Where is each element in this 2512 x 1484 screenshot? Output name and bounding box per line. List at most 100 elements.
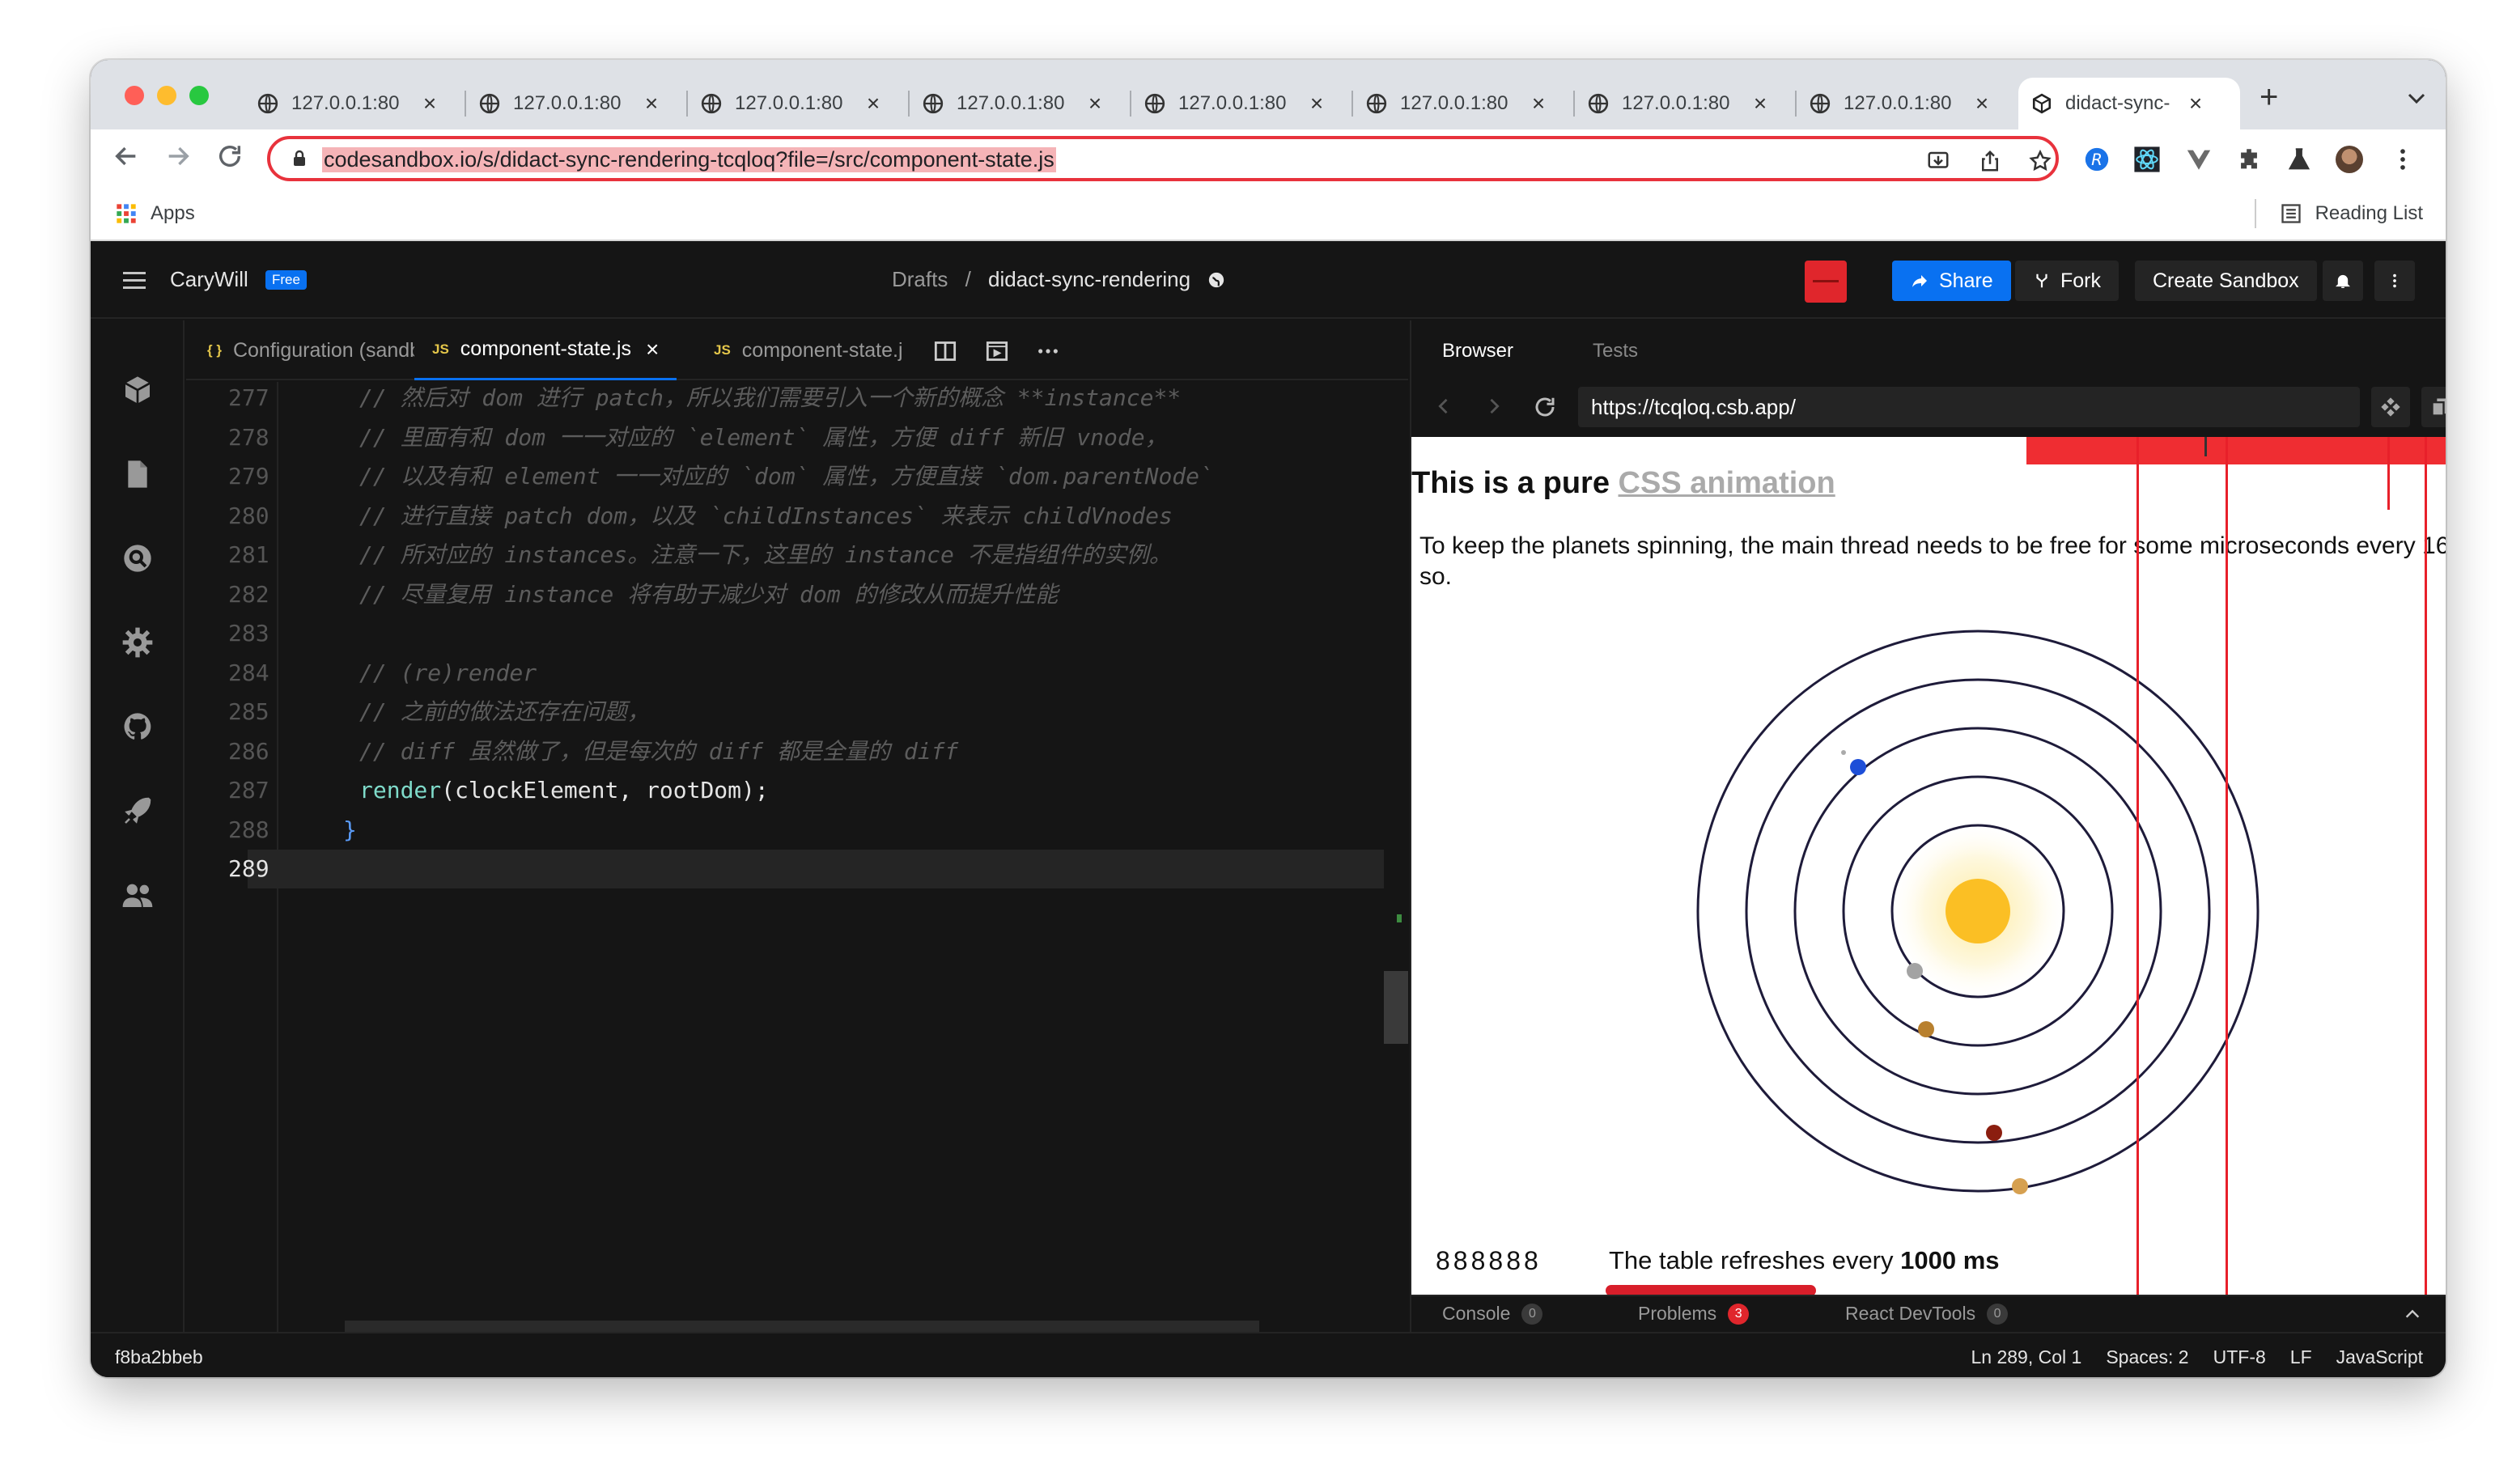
encoding[interactable]: UTF-8 xyxy=(2213,1346,2266,1368)
react-devtools-icon[interactable] xyxy=(2133,146,2161,173)
code-line[interactable]: 279 // 以及有和 element 一一对应的 `dom` 属性，方便直接 `… xyxy=(186,457,1408,496)
notifications-button[interactable] xyxy=(2323,261,2363,301)
tab-component-state-active[interactable]: JS component-state.js × xyxy=(414,320,677,380)
fork-button[interactable]: Fork xyxy=(2015,261,2119,301)
close-tab-icon[interactable]: × xyxy=(646,337,659,363)
browser-tab[interactable]: 127.0.0.1:80 × xyxy=(910,78,1131,129)
browser-tab[interactable]: 127.0.0.1:80 × xyxy=(1131,78,1353,129)
settings-gear-icon[interactable] xyxy=(121,626,154,659)
more-vertical-icon[interactable] xyxy=(2389,146,2417,173)
file-explorer-icon[interactable] xyxy=(121,458,154,490)
search-icon[interactable] xyxy=(121,542,154,575)
close-tab-icon[interactable]: × xyxy=(861,91,885,117)
address-url[interactable]: codesandbox.io/s/didact-sync-rendering-t… xyxy=(322,147,1056,172)
browser-tab[interactable]: 127.0.0.1:80 × xyxy=(466,78,688,129)
tab-tests[interactable]: Tests xyxy=(1593,340,1638,363)
menu-icon[interactable] xyxy=(123,272,146,290)
browser-tab-active[interactable]: didact-sync- × xyxy=(2018,78,2240,129)
minimize-window-button[interactable] xyxy=(157,86,176,105)
open-preview-icon[interactable] xyxy=(986,340,1008,363)
indentation[interactable]: Spaces: 2 xyxy=(2106,1346,2188,1368)
preview-url-input[interactable]: https://tcqloq.csb.app/ xyxy=(1578,387,2360,427)
tab-browser[interactable]: Browser xyxy=(1442,340,1513,363)
split-editor-icon[interactable] xyxy=(934,340,957,363)
cursor-position[interactable]: Ln 289, Col 1 xyxy=(1971,1346,2081,1368)
browser-tab[interactable]: 127.0.0.1:80 × xyxy=(1353,78,1575,129)
browser-tab[interactable]: 127.0.0.1:80 × xyxy=(1797,78,2018,129)
vue-devtools-icon[interactable] xyxy=(2185,146,2213,173)
code-line[interactable]: 284 // (re)render xyxy=(186,654,1408,693)
close-tab-icon[interactable]: × xyxy=(1748,91,1772,117)
reading-list-button[interactable]: Reading List xyxy=(2280,202,2423,225)
browser-tab[interactable]: 127.0.0.1:80 × xyxy=(244,78,466,129)
github-icon[interactable] xyxy=(121,710,154,743)
more-options-button[interactable] xyxy=(2374,261,2415,301)
more-horizontal-icon[interactable] xyxy=(1036,340,1060,363)
code-line[interactable]: 282 // 尽量复用 instance 将有助于减少对 dom 的修改从而提升性… xyxy=(186,575,1408,614)
react-devtools-tab[interactable]: React DevTools 0 xyxy=(1845,1303,2009,1325)
share-page-icon[interactable] xyxy=(1978,149,2002,173)
code-line[interactable]: 288} xyxy=(186,811,1408,850)
back-button[interactable] xyxy=(110,142,142,175)
close-tab-icon[interactable]: × xyxy=(1526,91,1551,117)
maximize-window-button[interactable] xyxy=(189,86,209,105)
language-mode[interactable]: JavaScript xyxy=(2336,1346,2423,1368)
code-line[interactable]: 286 // diff 虽然做了，但是每次的 diff 都是全量的 diff xyxy=(186,732,1408,771)
horizontal-scrollbar[interactable] xyxy=(345,1321,1259,1332)
tab-search-icon[interactable] xyxy=(2407,92,2426,105)
install-app-icon[interactable] xyxy=(1926,149,1950,173)
preview-devtools-button[interactable] xyxy=(2371,387,2410,427)
code-editor[interactable]: 277 // 然后对 dom 进行 patch，所以我们需要引入一个新的概念 **… xyxy=(186,382,1408,1332)
line-ending[interactable]: LF xyxy=(2290,1346,2312,1368)
close-tab-icon[interactable]: × xyxy=(1970,91,1994,117)
sandbox-name[interactable]: didact-sync-rendering xyxy=(988,267,1190,291)
code-line[interactable]: 289 xyxy=(228,850,1408,888)
editor-scrollbar-track[interactable] xyxy=(1384,382,1408,1332)
preview-back-icon[interactable] xyxy=(1432,395,1455,418)
close-tab-icon[interactable]: × xyxy=(639,91,664,117)
code-line[interactable]: 287 render(clockElement, rootDom); xyxy=(186,771,1408,810)
share-button[interactable]: Share xyxy=(1892,261,2011,301)
code-line[interactable]: 280 // 进行直接 patch dom，以及 `childInstances`… xyxy=(186,497,1408,536)
editor-scrollbar-thumb[interactable] xyxy=(1384,971,1408,1044)
code-line[interactable]: 278 // 里面有和 dom 一一对应的 `element` 属性，方便 dif… xyxy=(186,418,1408,457)
code-line[interactable]: 277 // 然后对 dom 进行 patch，所以我们需要引入一个新的概念 **… xyxy=(186,382,1408,418)
css-animation-link[interactable]: CSS animation xyxy=(1619,466,1835,500)
problems-tab[interactable]: Problems 3 xyxy=(1638,1303,1750,1325)
console-tab[interactable]: Console 0 xyxy=(1442,1303,1543,1325)
refresh-slider[interactable] xyxy=(1606,1285,1816,1295)
close-tab-icon[interactable]: × xyxy=(418,91,442,117)
browser-tab[interactable]: 127.0.0.1:80 × xyxy=(1575,78,1797,129)
browser-tab[interactable]: 127.0.0.1:80 × xyxy=(688,78,910,129)
close-window-button[interactable] xyxy=(125,86,144,105)
chevron-up-icon[interactable] xyxy=(2404,1308,2421,1321)
preview-frame[interactable]: This is a pure CSS animation To keep the… xyxy=(1411,437,2446,1295)
deploy-rocket-icon[interactable] xyxy=(121,795,154,827)
tab-component-state-2[interactable]: JS component-state.j xyxy=(714,320,913,380)
code-line[interactable]: 285 // 之前的做法还存在问题， xyxy=(186,693,1408,731)
lab-flask-icon[interactable] xyxy=(2285,146,2313,173)
live-indicator[interactable] xyxy=(1805,261,1847,303)
create-sandbox-button[interactable]: Create Sandbox xyxy=(2135,261,2317,301)
commit-hash[interactable]: f8ba2bbeb xyxy=(115,1346,203,1368)
code-line[interactable]: 283 xyxy=(186,614,1408,653)
extensions-puzzle-icon[interactable] xyxy=(2235,146,2263,173)
close-tab-icon[interactable]: × xyxy=(1083,91,1107,117)
extension-r-icon[interactable]: R xyxy=(2083,146,2111,173)
close-tab-icon[interactable]: × xyxy=(1305,91,1329,117)
reload-button[interactable] xyxy=(214,142,246,175)
username[interactable]: CaryWill xyxy=(170,267,248,292)
profile-avatar[interactable] xyxy=(2336,146,2363,173)
address-bar[interactable]: codesandbox.io/s/didact-sync-rendering-t… xyxy=(267,136,2059,181)
code-line[interactable]: 281 // 所对应的 instances。注意一下，这里的 instance 不… xyxy=(186,536,1408,575)
close-tab-icon[interactable]: × xyxy=(2183,91,2208,117)
preview-open-window-button[interactable] xyxy=(2421,387,2446,427)
lock-icon[interactable] xyxy=(290,149,309,168)
sandbox-info-icon[interactable] xyxy=(121,374,154,406)
globe-privacy-icon[interactable] xyxy=(1207,271,1225,289)
breadcrumb-folder[interactable]: Drafts xyxy=(892,267,948,291)
apps-bookmark[interactable]: Apps xyxy=(115,202,195,225)
preview-refresh-icon[interactable] xyxy=(1533,395,1557,419)
new-tab-button[interactable]: + xyxy=(2260,79,2278,116)
preview-forward-icon[interactable] xyxy=(1483,395,1505,418)
